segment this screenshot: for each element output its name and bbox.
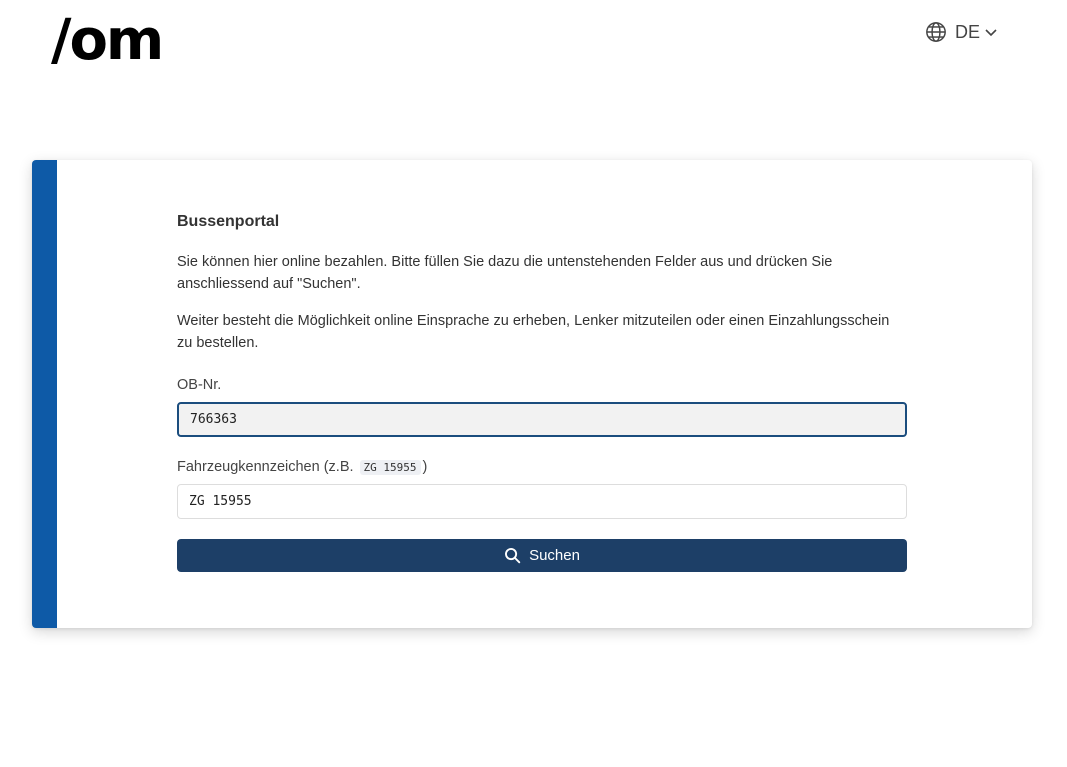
- chevron-down-icon: [985, 29, 997, 37]
- search-icon: [505, 548, 521, 564]
- plate-label-text: Fahrzeugkennzeichen (z.B.: [177, 459, 354, 475]
- language-label: DE: [955, 22, 981, 42]
- globe-icon: [926, 22, 946, 42]
- logo[interactable]: /om: [51, 8, 164, 74]
- page-title: Bussenportal: [177, 213, 280, 230]
- search-button[interactable]: Suchen: [177, 539, 907, 572]
- language-selector[interactable]: DE: [925, 20, 998, 44]
- search-button-label: Suchen: [529, 546, 580, 564]
- ob-nr-label: OB-Nr.: [177, 377, 222, 393]
- info-paragraph: Weiter besteht die Möglichkeit online Ei…: [177, 313, 890, 351]
- plate-input[interactable]: [177, 484, 907, 519]
- plate-example-code: ZG 15955: [359, 460, 421, 475]
- accent-stripe: [32, 160, 57, 628]
- plate-label-suffix: ): [422, 459, 428, 475]
- plate-label: Fahrzeugkennzeichen (z.B. ZG 15955): [177, 457, 427, 478]
- page: /om DE Bussenportal Sie können hier onli…: [0, 0, 1067, 767]
- intro-paragraph: Sie können hier online bezahlen. Bitte f…: [177, 254, 833, 292]
- ob-nr-input[interactable]: [177, 402, 907, 437]
- fine-portal-card: Bussenportal Sie können hier online beza…: [32, 160, 1032, 628]
